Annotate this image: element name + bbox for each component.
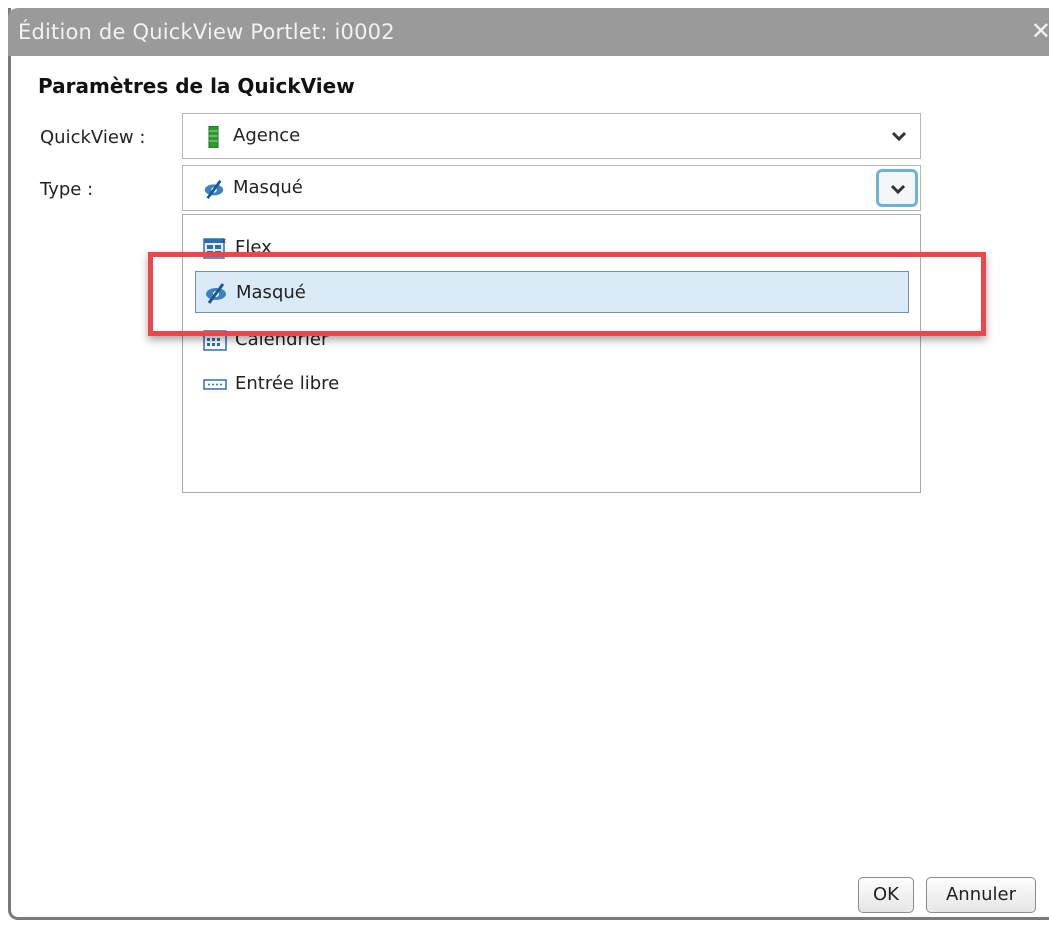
cancel-button[interactable]: Annuler — [926, 877, 1036, 913]
hidden-eye-icon — [206, 283, 226, 304]
type-select[interactable]: Masqué — [182, 165, 921, 211]
option-label: Masqué — [236, 282, 306, 303]
free-input-icon — [203, 379, 227, 390]
quickview-value: Agence — [233, 125, 301, 146]
dialog-titlebar[interactable]: Édition de QuickView Portlet: i0002 ✕ — [8, 8, 1049, 56]
chevron-down-icon[interactable] — [890, 127, 908, 145]
option-label: Flex — [235, 237, 272, 258]
close-icon[interactable]: ✕ — [1031, 17, 1049, 45]
dialog-title: Édition de QuickView Portlet: i0002 — [18, 20, 395, 44]
dropdown-option-entree-libre[interactable]: Entrée libre — [195, 363, 909, 405]
section-title: Paramètres de la QuickView — [38, 74, 355, 98]
hidden-eye-icon — [204, 179, 224, 199]
chevron-down-icon[interactable] — [889, 180, 907, 198]
type-dropdown-toggle[interactable] — [876, 169, 918, 207]
quickview-label: QuickView : — [40, 127, 146, 148]
green-bar-icon — [208, 126, 219, 148]
svg-text:x: x — [222, 237, 226, 245]
type-dropdown-list: x Flex Masqué Calendrier Entrée libre — [182, 214, 921, 493]
type-value: Masqué — [233, 177, 303, 198]
type-label: Type : — [40, 179, 94, 200]
option-label: Entrée libre — [235, 373, 340, 394]
ok-button[interactable]: OK — [858, 877, 914, 913]
dropdown-option-calendrier[interactable]: Calendrier — [195, 319, 909, 361]
flex-grid-icon: x — [203, 237, 226, 259]
dropdown-option-masque[interactable]: Masqué — [195, 271, 909, 313]
quickview-select[interactable]: Agence — [182, 113, 921, 159]
dropdown-option-flex[interactable]: x Flex — [195, 227, 909, 269]
option-label: Calendrier — [235, 329, 329, 350]
calendar-icon — [203, 330, 227, 351]
